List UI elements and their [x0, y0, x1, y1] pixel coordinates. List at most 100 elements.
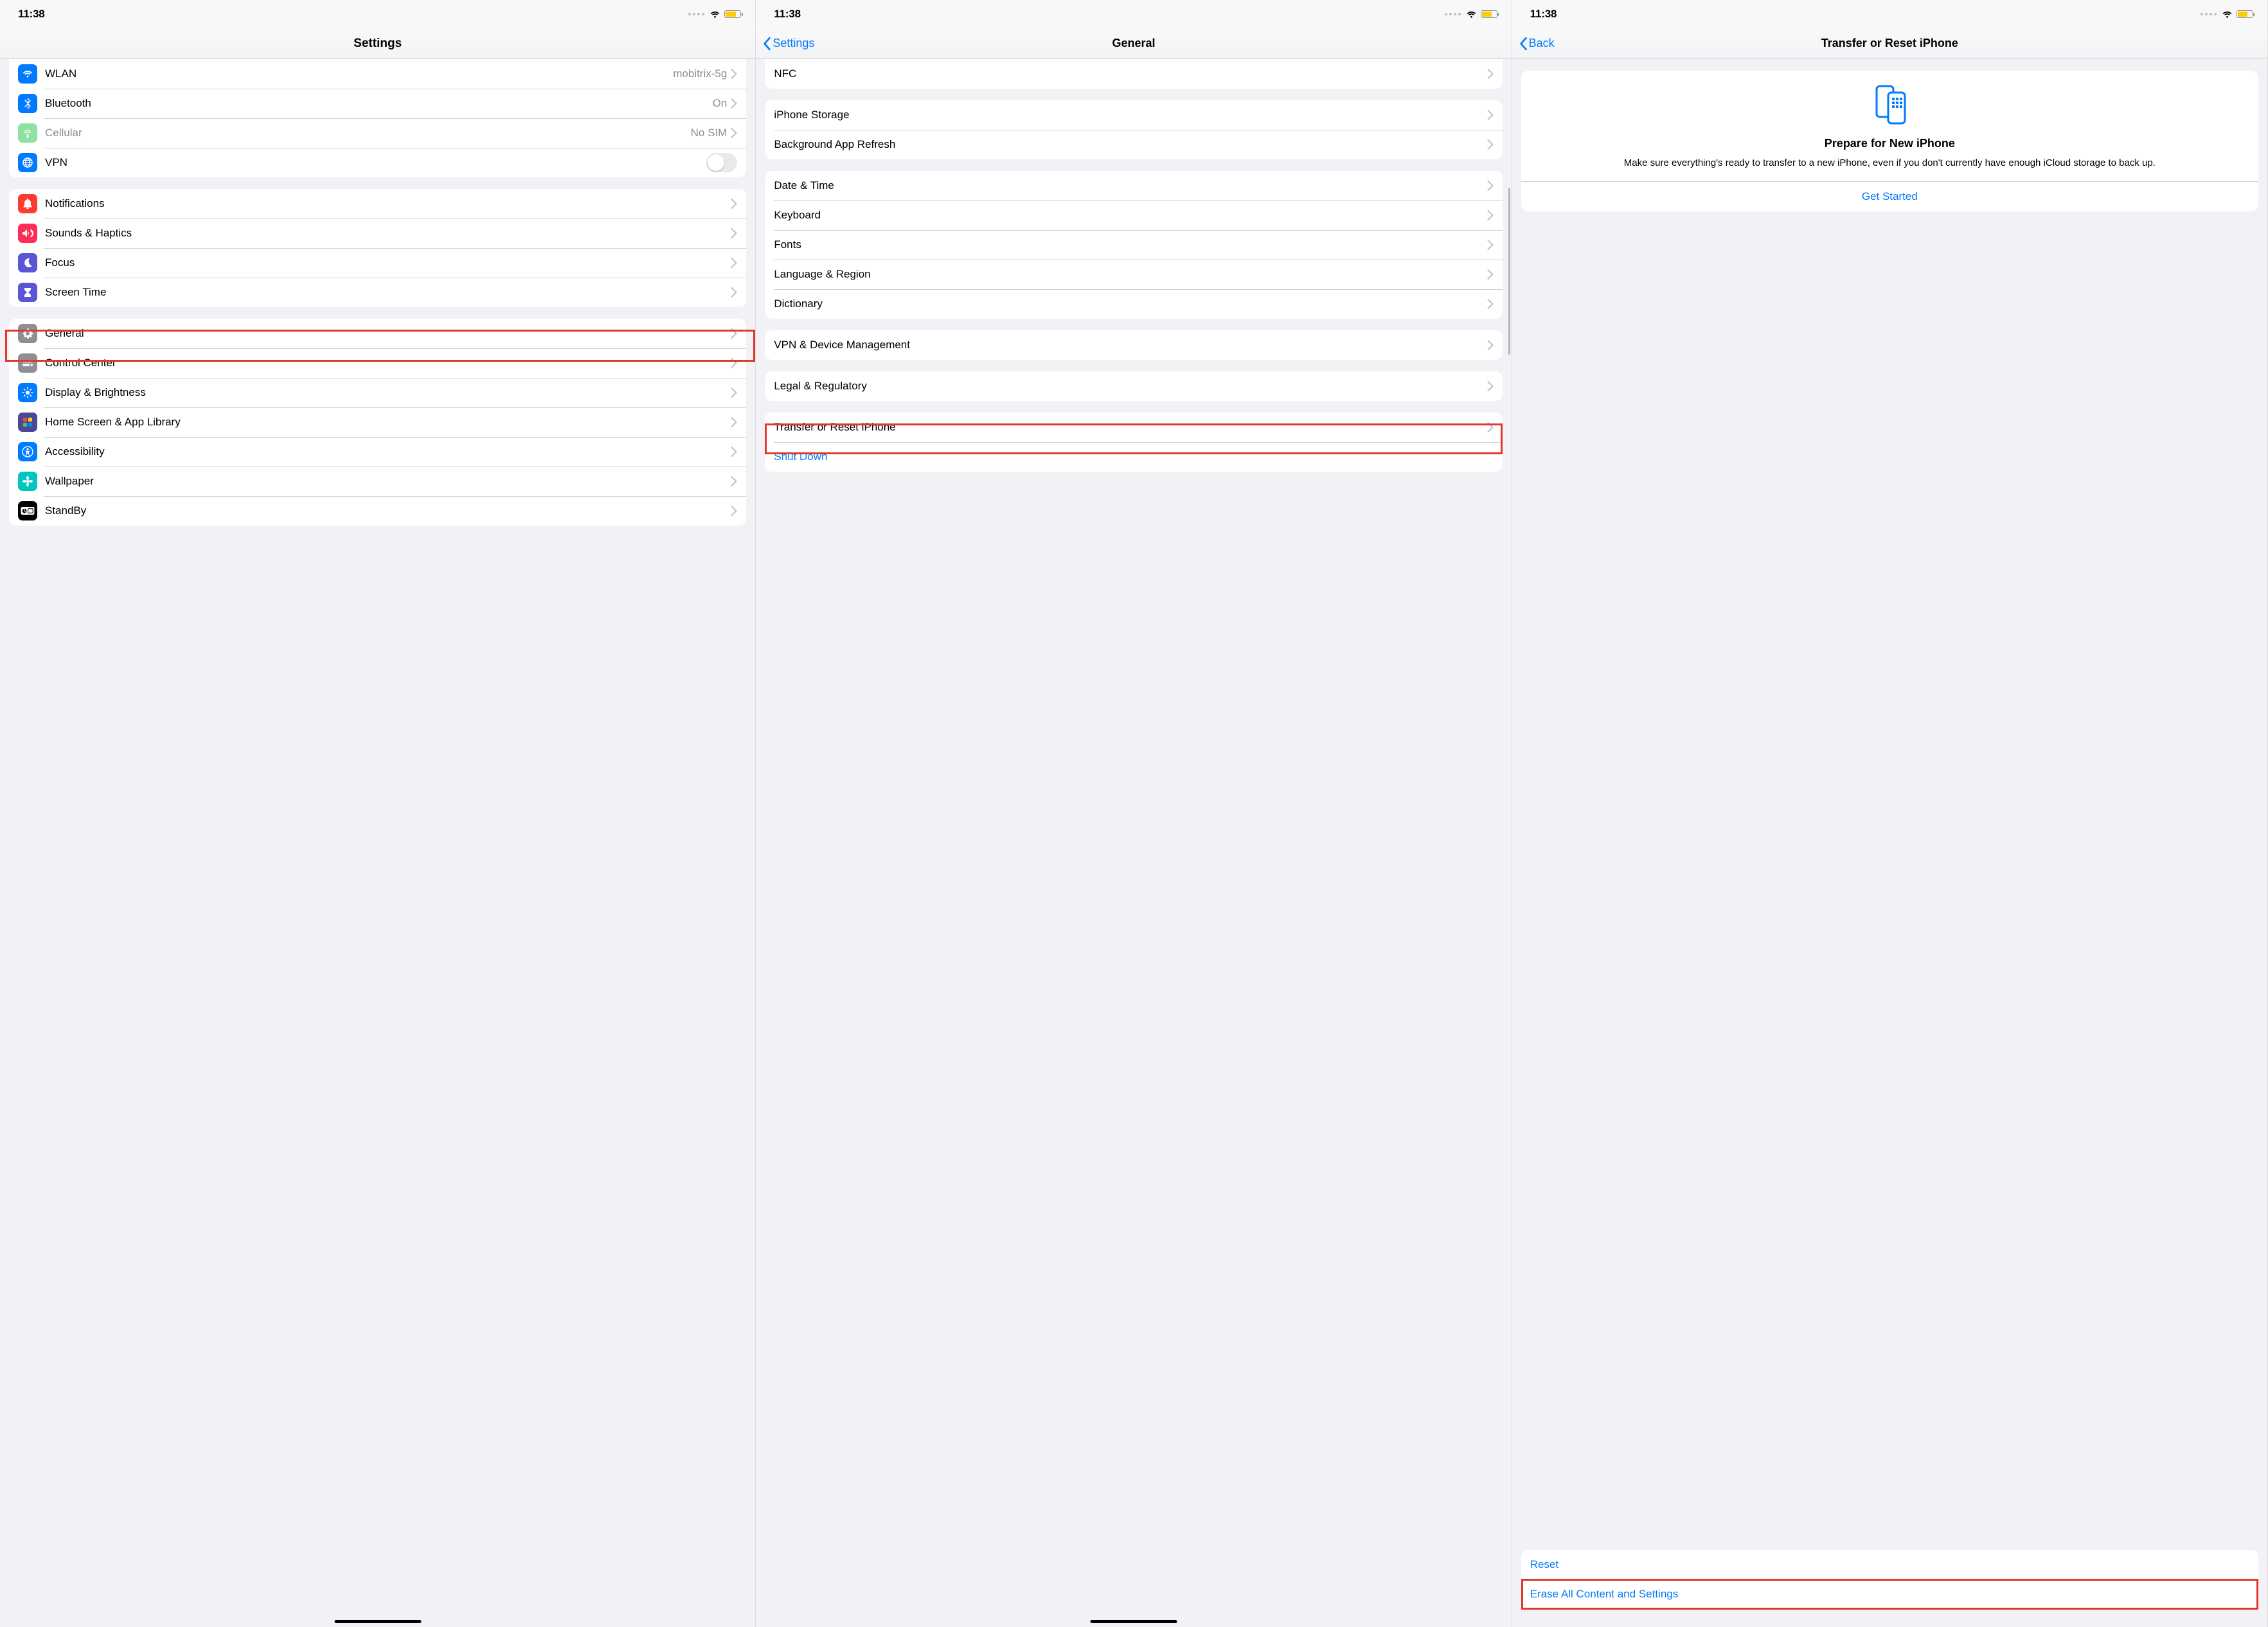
row-label: General — [45, 327, 731, 340]
row-background-app-refresh[interactable]: Background App Refresh — [765, 130, 1502, 159]
row-dictionary[interactable]: Dictionary — [765, 289, 1502, 319]
nav-title: Settings — [0, 37, 755, 51]
vpn-toggle[interactable] — [706, 153, 737, 172]
chevron-right-icon — [731, 447, 737, 457]
brightness-icon — [18, 383, 37, 402]
row-home-screen[interactable]: Home Screen & App Library — [9, 407, 746, 437]
gear-icon — [18, 324, 37, 343]
row-fonts[interactable]: Fonts — [765, 230, 1502, 260]
row-iphone-storage[interactable]: iPhone Storage — [765, 100, 1502, 130]
row-vpn[interactable]: VPN — [9, 148, 746, 177]
two-iphones-icon — [1867, 85, 1912, 125]
row-nfc[interactable]: NFC — [765, 59, 1502, 89]
row-standby[interactable]: StandBy — [9, 496, 746, 526]
row-label: Screen Time — [45, 286, 731, 299]
chevron-right-icon — [1487, 340, 1494, 350]
row-label: Dictionary — [774, 298, 1487, 310]
speaker-icon — [18, 224, 37, 243]
row-vpn-device-management[interactable]: VPN & Device Management — [765, 330, 1502, 360]
chevron-right-icon — [1487, 210, 1494, 220]
row-label: Sounds & Haptics — [45, 227, 731, 240]
row-transfer-reset[interactable]: Transfer or Reset iPhone — [765, 413, 1502, 442]
group-reset-actions: Reset Erase All Content and Settings — [1521, 1550, 2258, 1609]
chevron-right-icon — [731, 98, 737, 109]
hourglass-icon — [18, 283, 37, 302]
row-focus[interactable]: Focus — [9, 248, 746, 278]
row-erase-all[interactable]: Erase All Content and Settings — [1521, 1579, 2258, 1609]
row-label: Reset — [1530, 1558, 2249, 1571]
nav-bar: Settings General — [756, 28, 1511, 59]
row-wlan[interactable]: WLAN mobitrix-5g — [9, 59, 746, 89]
row-label: Display & Brightness — [45, 386, 731, 399]
row-label: Control Center — [45, 357, 731, 369]
row-date-time[interactable]: Date & Time — [765, 171, 1502, 200]
chevron-right-icon — [731, 199, 737, 209]
row-bluetooth[interactable]: Bluetooth On — [9, 89, 746, 118]
status-time: 11:38 — [774, 8, 801, 21]
card-heading: Prepare for New iPhone — [1533, 137, 2247, 150]
chevron-right-icon — [731, 387, 737, 398]
row-sounds-haptics[interactable]: Sounds & Haptics — [9, 218, 746, 248]
row-notifications[interactable]: Notifications — [9, 189, 746, 218]
row-label: VPN — [45, 156, 706, 169]
row-label: Bluetooth — [45, 97, 713, 110]
chevron-right-icon — [1487, 422, 1494, 432]
row-label: Erase All Content and Settings — [1530, 1588, 2249, 1601]
settings-content[interactable]: WLAN mobitrix-5g Bluetooth On Cellular N… — [0, 59, 755, 1627]
row-label: Accessibility — [45, 445, 731, 458]
transfer-reset-content[interactable]: Prepare for New iPhone Make sure everyth… — [1512, 59, 2267, 1627]
row-wallpaper[interactable]: Wallpaper — [9, 467, 746, 496]
chevron-right-icon — [731, 328, 737, 339]
cellular-signal-dots-icon — [2201, 13, 2217, 15]
row-label: Transfer or Reset iPhone — [774, 421, 1487, 434]
chevron-right-icon — [731, 228, 737, 238]
group-storage: iPhone Storage Background App Refresh — [765, 100, 1502, 159]
accessibility-icon — [18, 442, 37, 461]
chevron-right-icon — [731, 417, 737, 427]
nav-bar: Settings — [0, 28, 755, 59]
back-button[interactable]: Back — [1512, 33, 1558, 54]
home-indicator[interactable] — [1090, 1620, 1177, 1623]
row-language-region[interactable]: Language & Region — [765, 260, 1502, 289]
switches-icon — [18, 353, 37, 373]
row-cellular[interactable]: Cellular No SIM — [9, 118, 746, 148]
row-label: WLAN — [45, 67, 673, 80]
row-legal-regulatory[interactable]: Legal & Regulatory — [765, 371, 1502, 401]
row-general[interactable]: General — [9, 319, 746, 348]
group-system: General Control Center Display & Brightn… — [9, 319, 746, 526]
chevron-right-icon — [1487, 139, 1494, 150]
chevron-right-icon — [731, 287, 737, 298]
home-indicator[interactable] — [334, 1620, 421, 1623]
row-control-center[interactable]: Control Center — [9, 348, 746, 378]
general-content[interactable]: NFC iPhone Storage Background App Refres… — [756, 59, 1511, 1627]
settings-screen: 11:38 Settings WLAN mobitrix-5g — [0, 0, 756, 1627]
battery-icon — [2237, 10, 2253, 18]
row-accessibility[interactable]: Accessibility — [9, 437, 746, 467]
row-shut-down[interactable]: Shut Down — [765, 442, 1502, 472]
bell-icon — [18, 194, 37, 213]
get-started-button[interactable]: Get Started — [1533, 182, 2247, 211]
wifi-icon — [710, 9, 720, 20]
chevron-right-icon — [1487, 69, 1494, 79]
nav-bar: Back Transfer or Reset iPhone — [1512, 28, 2267, 59]
row-value: mobitrix-5g — [673, 67, 731, 80]
status-time: 11:38 — [18, 8, 45, 21]
row-label: iPhone Storage — [774, 109, 1487, 121]
row-reset[interactable]: Reset — [1521, 1550, 2258, 1579]
row-label: VPN & Device Management — [774, 339, 1487, 351]
row-screen-time[interactable]: Screen Time — [9, 278, 746, 307]
moon-icon — [18, 253, 37, 272]
group-notifications: Notifications Sounds & Haptics Focus Scr… — [9, 189, 746, 307]
battery-icon — [1481, 10, 1497, 18]
row-label: NFC — [774, 67, 1487, 80]
wallpaper-icon — [18, 472, 37, 491]
chevron-right-icon — [731, 358, 737, 368]
row-display-brightness[interactable]: Display & Brightness — [9, 378, 746, 407]
group-vpn: VPN & Device Management — [765, 330, 1502, 360]
row-keyboard[interactable]: Keyboard — [765, 200, 1502, 230]
chevron-right-icon — [1487, 110, 1494, 120]
back-button[interactable]: Settings — [756, 33, 818, 54]
scrollbar[interactable] — [1508, 188, 1510, 355]
chevron-right-icon — [1487, 381, 1494, 391]
wifi-icon — [1466, 9, 1477, 20]
